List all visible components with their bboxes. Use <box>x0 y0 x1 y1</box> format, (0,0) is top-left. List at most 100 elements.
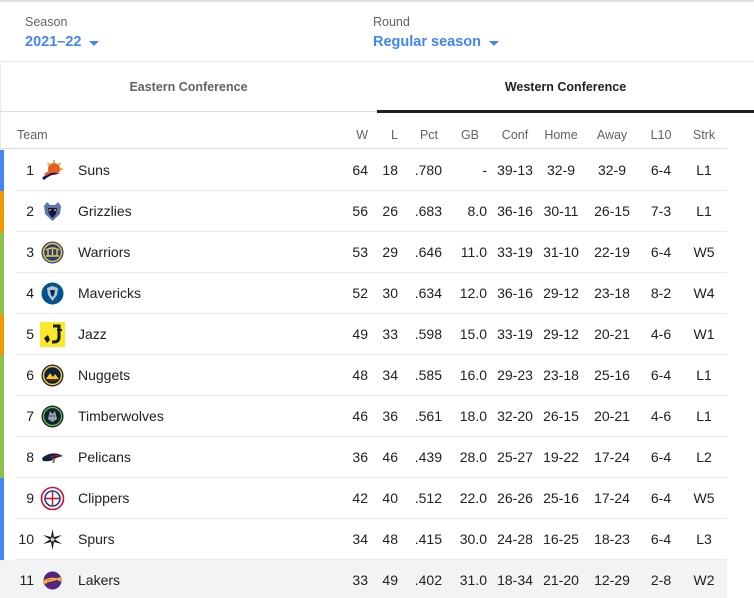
cell-l: 48 <box>382 531 398 547</box>
cell-conf: 33-19 <box>497 326 533 342</box>
table-row[interactable]: 2 Grizzlies 56 26 .683 8.0 36-16 30-11 26-15 7-3 L… <box>0 191 727 232</box>
cell-conf: 33-19 <box>497 244 533 260</box>
season-dropdown[interactable]: 2021–22 <box>25 33 100 51</box>
col-home: Home <box>544 128 578 142</box>
cell-w: 46 <box>352 408 368 424</box>
team-name[interactable]: Clippers <box>78 490 129 507</box>
table-row[interactable]: 7 Timberwolves 46 36 .561 18.0 32-20 26-15 20-21… <box>0 396 727 437</box>
cell-pct: .646 <box>414 244 442 260</box>
season-caption: Season <box>25 15 68 29</box>
cell-gb: 22.0 <box>459 490 487 506</box>
cell-w: 56 <box>352 203 368 219</box>
team-rank: 2 <box>26 203 34 219</box>
suns-logo <box>40 158 65 183</box>
cell-pct: .683 <box>414 203 442 219</box>
team-name[interactable]: Nuggets <box>78 367 130 384</box>
cell-home: 32-9 <box>546 162 576 178</box>
cell-strk: L2 <box>696 449 712 465</box>
team-name[interactable]: Timberwolves <box>78 408 164 425</box>
cell-conf: 32-20 <box>497 408 533 424</box>
cell-l10: 6-4 <box>650 490 672 506</box>
team-name[interactable]: Lakers <box>78 572 120 589</box>
table-row[interactable]: 6 Nuggets 48 34 .585 16.0 29-23 23-18 25-16 6-4 L1 <box>0 355 727 396</box>
tab-western-conference[interactable]: Western Conference <box>377 62 754 113</box>
cell-w: 36 <box>352 449 368 465</box>
cell-conf: 26-26 <box>497 490 533 506</box>
cell-l10: 7-3 <box>650 203 672 219</box>
cell-l10: 6-4 <box>650 162 672 178</box>
cell-pct: .585 <box>414 367 442 383</box>
cell-w: 48 <box>352 367 368 383</box>
cell-gb: 28.0 <box>459 449 487 465</box>
round-dropdown[interactable]: Regular season <box>373 33 499 51</box>
cell-away: 12-29 <box>594 572 630 588</box>
team-rank: 11 <box>19 572 34 588</box>
table-row[interactable]: 4 Mavericks 52 30 .634 12.0 36-16 29-12 23-18 8-2… <box>0 273 727 314</box>
round-selector[interactable]: Round Regular season <box>373 14 499 51</box>
cell-pct: .415 <box>414 531 442 547</box>
team-name[interactable]: Spurs <box>78 531 115 548</box>
col-away: Away <box>596 128 628 142</box>
cell-gb: 30.0 <box>459 531 487 547</box>
nuggets-logo <box>40 363 65 388</box>
team-rank: 10 <box>18 531 34 547</box>
table-row[interactable]: 9 Clippers 42 40 .512 22.0 26-26 25-16 17-24 6-4 W… <box>0 478 727 519</box>
col-w: W <box>356 128 368 142</box>
cell-conf: 36-16 <box>497 203 533 219</box>
tab-eastern-conference[interactable]: Eastern Conference <box>0 62 377 112</box>
team-rank: 4 <box>26 285 34 301</box>
cell-l10: 2-8 <box>650 572 672 588</box>
cell-away: 17-24 <box>594 449 630 465</box>
season-selector[interactable]: Season 2021–22 <box>25 14 100 51</box>
col-conf: Conf <box>501 128 529 142</box>
cell-w: 49 <box>352 326 368 342</box>
cell-strk: W5 <box>693 244 715 260</box>
mavericks-logo <box>40 281 65 306</box>
season-value: 2021–22 <box>25 34 82 50</box>
jazz-logo <box>40 322 65 347</box>
seed-marker <box>0 437 4 478</box>
cell-home: 25-16 <box>543 490 579 506</box>
team-name[interactable]: Mavericks <box>78 285 141 302</box>
timberwolves-logo <box>40 404 65 429</box>
seed-marker <box>0 232 4 273</box>
cell-home: 16-25 <box>543 531 579 547</box>
cell-away: 20-21 <box>594 408 630 424</box>
cell-conf: 29-23 <box>497 367 533 383</box>
table-row[interactable]: 5 Jazz 49 33 .598 15.0 33-19 29-12 20-21 4-6 W1 <box>0 314 727 355</box>
table-row[interactable]: 8 Pelicans 36 46 .439 28.0 25-27 19-22 17-24 6-4 L… <box>0 437 727 478</box>
team-name[interactable]: Grizzlies <box>78 203 132 220</box>
seed-marker <box>0 478 4 519</box>
col-gb: GB <box>460 128 479 142</box>
table-row[interactable]: 11 Lakers 33 49 .402 31.0 18-34 21-20 12-29 2-8 W2 <box>0 560 727 598</box>
cell-conf: 39-13 <box>497 162 533 178</box>
cell-home: 19-22 <box>543 449 579 465</box>
cell-away: 18-23 <box>594 531 630 547</box>
cell-l: 18 <box>382 162 398 178</box>
cell-away: 25-16 <box>594 367 630 383</box>
cell-pct: .561 <box>414 408 442 424</box>
cell-l10: 6-4 <box>650 367 672 383</box>
tab-label: Western Conference <box>504 80 627 94</box>
team-name[interactable]: Pelicans <box>78 449 131 466</box>
team-rank: 8 <box>26 449 34 465</box>
team-rank: 1 <box>26 162 34 178</box>
cell-away: 22-19 <box>594 244 630 260</box>
col-strk: Strk <box>692 128 716 142</box>
cell-l: 49 <box>382 572 398 588</box>
table-row[interactable]: 1 Suns 64 18 .780 -39-13 32-9 32-9 6-4 L1 <box>0 150 727 191</box>
col-l10: L10 <box>650 128 672 142</box>
table-row[interactable]: 3 Warriors 53 29 .646 11.0 33-19 31-10 22-19 6-4 W… <box>0 232 727 273</box>
team-name[interactable]: Suns <box>78 162 110 179</box>
cell-pct: .512 <box>414 490 442 506</box>
filter-bar: Season 2021–22 Round Regular season <box>0 0 754 62</box>
cell-l: 33 <box>382 326 398 342</box>
cell-home: 23-18 <box>543 367 579 383</box>
cell-pct: .402 <box>414 572 442 588</box>
table-row[interactable]: 10 Spurs 34 48 .415 30.0 24-28 16-25 18-23 6-4 L3 <box>0 519 727 560</box>
cell-w: 53 <box>352 244 368 260</box>
team-name[interactable]: Warriors <box>78 244 130 261</box>
team-name[interactable]: Jazz <box>78 326 107 343</box>
cell-away: 20-21 <box>594 326 630 342</box>
cell-w: 42 <box>352 490 368 506</box>
